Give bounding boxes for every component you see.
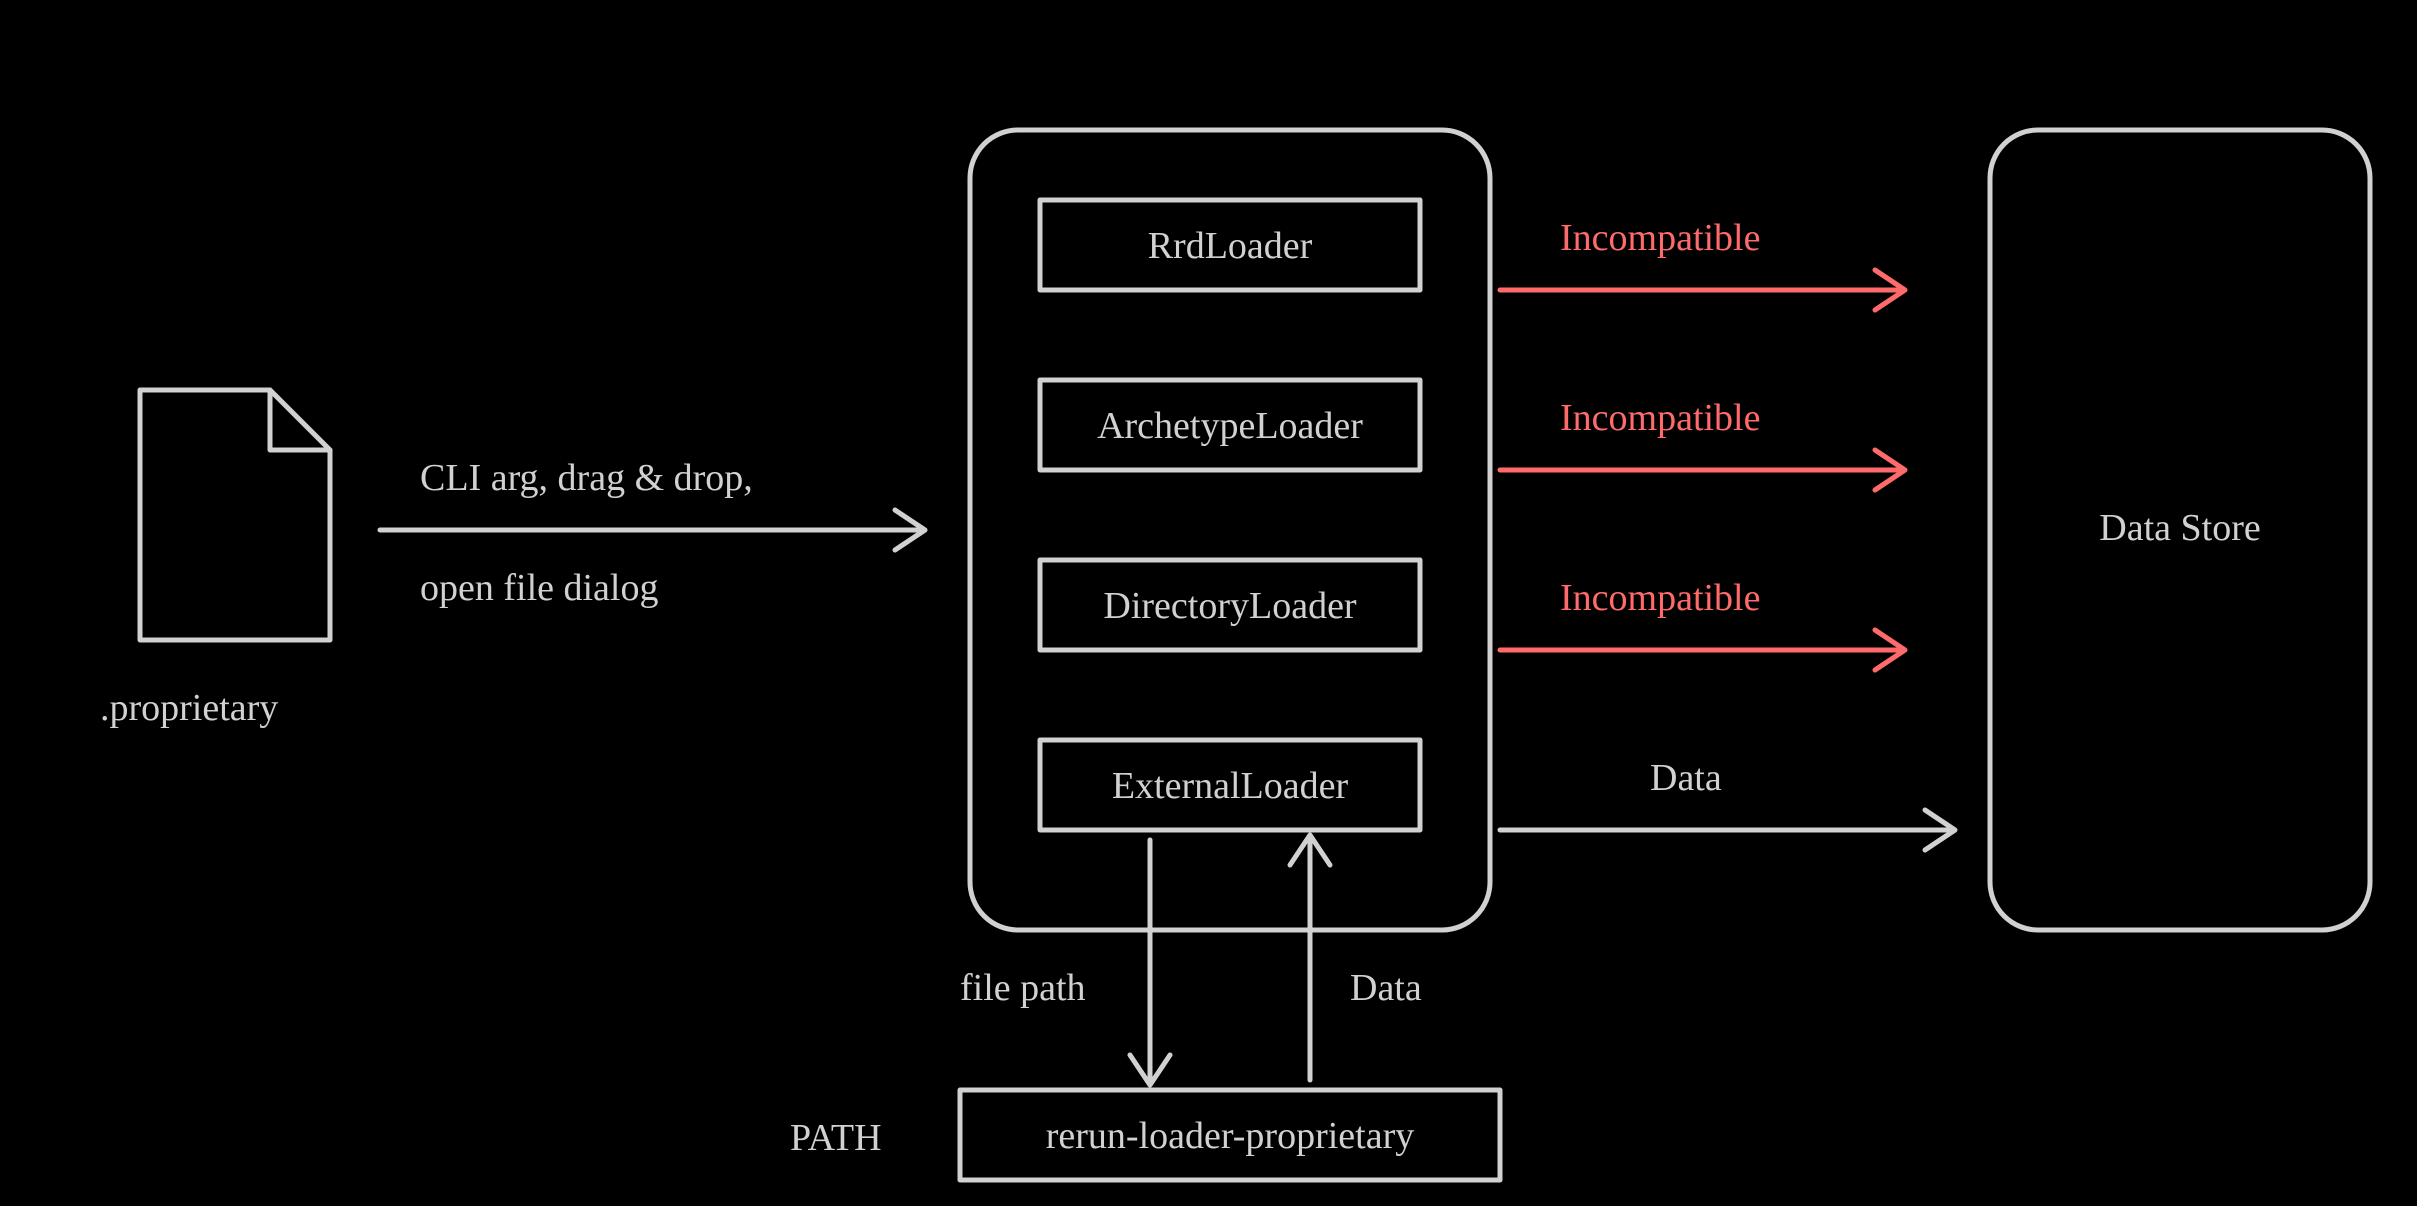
data-up-arrow	[1290, 835, 1330, 1080]
file-icon	[140, 390, 330, 640]
data-store-label: Data Store	[2099, 507, 2260, 549]
input-arrow-label-1: CLI arg, drag & drop,	[420, 457, 753, 499]
result-label-directory: Incompatible	[1560, 577, 1760, 619]
result-arrow-archetype	[1500, 450, 1905, 490]
result-arrow-rrd	[1500, 270, 1905, 310]
result-label-archetype: Incompatible	[1560, 397, 1760, 439]
loader-label-external: ExternalLoader	[1112, 765, 1349, 807]
result-arrow-directory	[1500, 630, 1905, 670]
data-up-label: Data	[1350, 967, 1422, 1009]
loader-label-rrd: RrdLoader	[1148, 225, 1313, 267]
file-path-label: file path	[960, 967, 1086, 1009]
loader-label-directory: DirectoryLoader	[1103, 585, 1357, 627]
result-arrow-external	[1500, 810, 1955, 850]
path-label: PATH	[790, 1117, 882, 1159]
input-arrow-label-2: open file dialog	[420, 567, 658, 609]
file-extension-label: .proprietary	[100, 687, 278, 729]
loader-label-archetype: ArchetypeLoader	[1097, 405, 1363, 447]
external-binary-label: rerun-loader-proprietary	[1046, 1115, 1414, 1157]
result-label-rrd: Incompatible	[1560, 217, 1760, 259]
input-arrow	[380, 510, 925, 550]
result-label-external: Data	[1650, 757, 1722, 799]
file-path-arrow	[1130, 840, 1170, 1085]
